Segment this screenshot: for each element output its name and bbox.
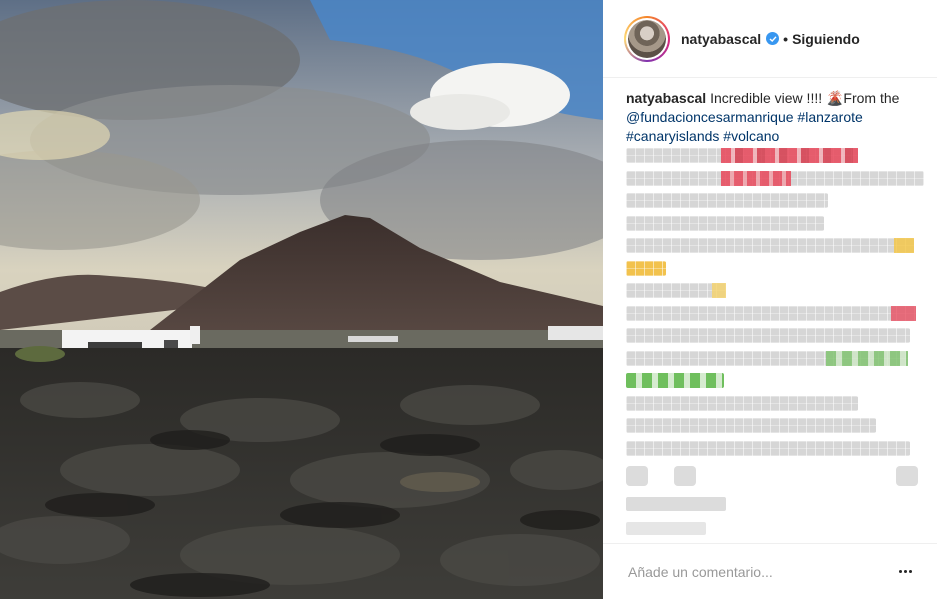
mention-link[interactable]: @fundacioncesarmanrique [626,109,794,125]
caption-text: Incredible view !!!! 🌋From the [710,90,900,106]
comment-item [626,305,916,321]
hashtag-link[interactable]: #volcano [723,128,779,144]
comment-icon[interactable] [674,466,696,486]
like-icon[interactable] [626,466,648,486]
avatar[interactable] [628,19,666,58]
story-ring[interactable] [624,15,670,62]
post-sidebar: natyabascal • Siguiendo natyabascal Incr… [603,0,937,599]
comment-item [626,373,724,388]
comments-list-blurred [626,148,924,463]
post-header: natyabascal • Siguiendo [603,0,937,78]
separator-dot: • [783,30,789,47]
comment-item [626,193,828,208]
following-button[interactable]: Siguiendo [792,31,860,47]
comment-input[interactable] [628,563,893,580]
username-row: natyabascal • Siguiendo [681,31,860,47]
comment-item [626,395,858,411]
more-options-icon[interactable] [893,562,917,582]
post-image[interactable] [0,0,603,599]
bookmark-icon[interactable] [896,466,918,486]
landscape-photo [0,0,603,599]
username-link[interactable]: natyabascal [681,31,761,47]
hashtag-link[interactable]: #canaryislands [626,128,719,144]
comment-item [626,215,824,231]
caption-username[interactable]: natyabascal [626,90,706,106]
comment-item [626,170,924,186]
comment-item [626,148,858,163]
comment-item [626,260,666,276]
post-caption: natyabascal Incredible view !!!! 🌋From t… [626,89,926,146]
hashtag-link[interactable]: #lanzarote [797,109,862,125]
comment-item [626,350,908,366]
comment-item [626,418,876,433]
post-actions [626,466,918,486]
timestamp-blurred [626,522,706,535]
comment-item [626,328,910,343]
likes-count-blurred[interactable] [626,497,726,511]
verified-badge-icon [766,32,780,45]
comment-form [603,543,937,599]
comment-item [626,440,910,456]
comment-item [626,238,914,253]
comment-item [626,283,726,298]
